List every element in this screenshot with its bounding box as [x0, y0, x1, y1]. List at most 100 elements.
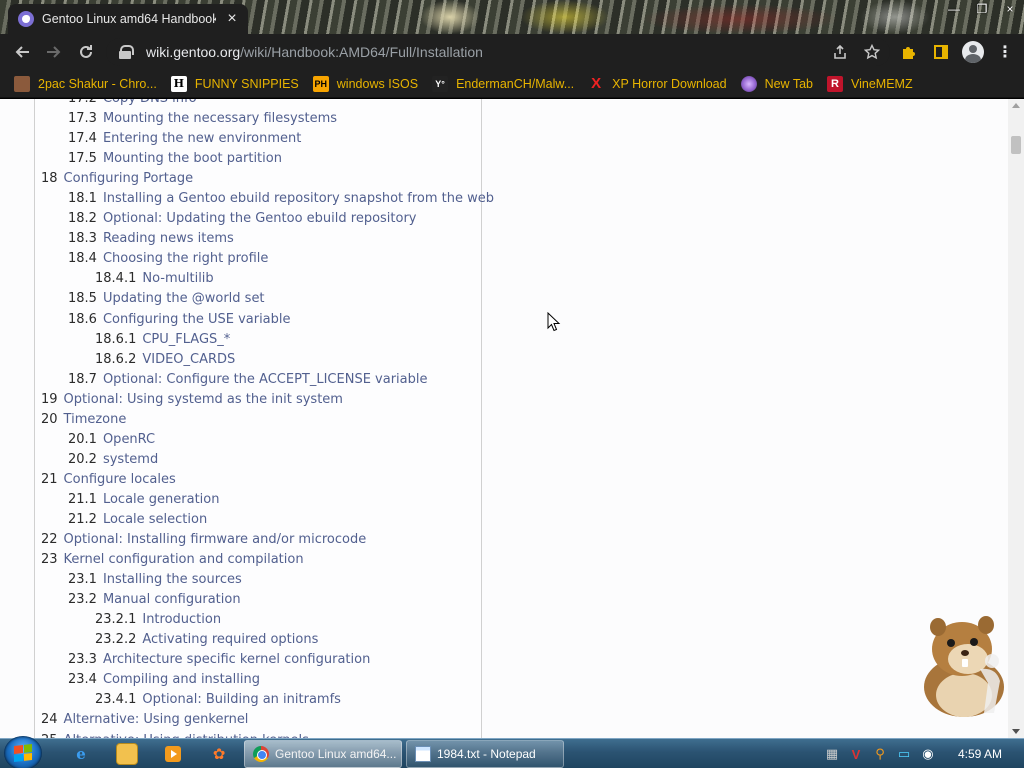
side-panel-button[interactable] — [930, 41, 952, 63]
toc-item[interactable]: 23.4 Compiling and installing — [41, 670, 481, 690]
toc-link[interactable]: Manual configuration — [103, 592, 241, 607]
tray-monitor-icon[interactable]: ▭ — [896, 746, 912, 762]
browser-tab-gentoo[interactable]: Gentoo Linux amd64 Handbook × — [8, 4, 248, 34]
toc-item[interactable]: 18.1 Installing a Gentoo ebuild repositor… — [41, 189, 494, 209]
toc-item[interactable]: 17.5 Mounting the boot partition — [41, 149, 481, 169]
toc-item[interactable]: 23.2 Manual configuration — [41, 590, 481, 610]
toc-link[interactable]: OpenRC — [103, 432, 155, 447]
toc-item[interactable]: 21 Configure locales — [41, 470, 481, 490]
toc-link[interactable]: Configuring the USE variable — [103, 312, 291, 327]
toc-item[interactable]: 24 Alternative: Using genkernel — [41, 710, 481, 730]
minimize-button[interactable]: — — [946, 2, 962, 16]
toc-link[interactable]: Architecture specific kernel configurati… — [103, 652, 370, 667]
tab-close-icon[interactable]: × — [224, 10, 240, 28]
toc-item[interactable]: 23.2.2 Activating required options — [41, 630, 481, 650]
reload-button[interactable] — [70, 36, 102, 68]
bookmark-star-icon[interactable] — [864, 44, 880, 60]
toc-link[interactable]: Locale generation — [103, 492, 220, 507]
bookmark-new-tab[interactable]: New Tab — [740, 75, 813, 92]
url-text[interactable]: wiki.gentoo.org/wiki/Handbook:AMD64/Full… — [146, 44, 483, 60]
toc-item[interactable]: 23.4.1 Optional: Building an initramfs — [41, 690, 481, 710]
toc-item[interactable]: 22 Optional: Installing firmware and/or m… — [41, 530, 481, 550]
toc-link[interactable]: Timezone — [64, 412, 127, 427]
toc-link[interactable]: Choosing the right profile — [103, 251, 268, 266]
extensions-puzzle-icon[interactable] — [898, 41, 920, 63]
toc-link[interactable]: Configure locales — [64, 472, 176, 487]
toc-link[interactable]: Kernel configuration and compilation — [64, 552, 304, 567]
toc-item[interactable]: 18.6.2 VIDEO_CARDS — [41, 350, 481, 370]
toc-link[interactable]: Optional: Configure the ACCEPT_LICENSE v… — [103, 372, 428, 387]
lock-icon[interactable] — [118, 45, 134, 59]
toc-item[interactable]: 18.5 Updating the @world set — [41, 289, 481, 309]
toc-item[interactable]: 21.1 Locale generation — [41, 490, 481, 510]
toc-item[interactable]: 19 Optional: Using systemd as the init sy… — [41, 390, 481, 410]
start-button[interactable] — [4, 736, 42, 768]
tray-v-icon[interactable]: V — [848, 746, 864, 762]
toc-item[interactable]: 18.2 Optional: Updating the Gentoo ebuild… — [41, 209, 481, 229]
toc-item[interactable]: 17.3 Mounting the necessary filesystems — [41, 109, 481, 129]
bookmark-funny-snippies[interactable]: H FUNNY SNIPPIES — [170, 75, 299, 92]
toc-item[interactable]: 18.6.1 CPU_FLAGS_* — [41, 330, 481, 350]
media-player-icon[interactable] — [162, 743, 184, 765]
toc-item[interactable]: 23.3 Architecture specific kernel configu… — [41, 650, 481, 670]
bookmark-vinememz[interactable]: R VineMEMZ — [827, 75, 913, 92]
toc-link[interactable]: Mounting the necessary filesystems — [103, 111, 337, 126]
tray-search-icon[interactable]: ⚲ — [872, 746, 888, 762]
toc-link[interactable]: Optional: Updating the Gentoo ebuild rep… — [103, 211, 417, 226]
toc-link[interactable]: Optional: Building an initramfs — [142, 692, 341, 707]
tray-app-icon[interactable]: ▦ — [824, 746, 840, 762]
window-close-button[interactable]: × — [1002, 2, 1018, 16]
toc-item[interactable]: 21.2 Locale selection — [41, 510, 481, 530]
bookmark-windows-isos[interactable]: PH windows ISOS — [312, 75, 418, 92]
toc-item[interactable]: 17.4 Entering the new environment — [41, 129, 481, 149]
toc-link[interactable]: No-multilib — [142, 271, 213, 286]
toc-item[interactable]: 20.2 systemd — [41, 450, 481, 470]
bookmark-xp-horror[interactable]: X XP Horror Download — [588, 75, 726, 92]
toc-item[interactable]: 18.3 Reading news items — [41, 229, 481, 249]
menu-kebab-icon[interactable]: ⋮ — [994, 41, 1016, 63]
toc-link[interactable]: Installing the sources — [103, 572, 242, 587]
tray-volume-icon[interactable]: ◉ — [920, 746, 936, 762]
internet-explorer-icon[interactable]: e — [70, 743, 92, 765]
toc-item[interactable]: 20 Timezone — [41, 410, 481, 430]
toc-link[interactable]: Updating the @world set — [103, 291, 265, 306]
toc-link[interactable]: Installing a Gentoo ebuild repository sn… — [103, 191, 494, 206]
gimp-like-app-icon[interactable]: ✿ — [208, 743, 230, 765]
back-button[interactable] — [6, 36, 38, 68]
clock[interactable]: 4:59 AM — [958, 747, 1002, 761]
scroll-up-arrow-icon[interactable] — [1012, 103, 1020, 108]
toc-link[interactable]: Introduction — [142, 612, 221, 627]
toc-link[interactable]: Copy DNS info — [103, 99, 197, 106]
profile-button[interactable] — [962, 41, 984, 63]
toc-item[interactable]: 18.4 Choosing the right profile — [41, 249, 481, 269]
toc-item[interactable]: 23 Kernel configuration and compilation — [41, 550, 481, 570]
toc-item[interactable]: 18.4.1 No-multilib — [41, 269, 481, 289]
toc-link[interactable]: Mounting the boot partition — [103, 151, 282, 166]
toc-link[interactable]: Activating required options — [142, 632, 318, 647]
toc-link[interactable]: Configuring Portage — [64, 171, 194, 186]
share-icon[interactable] — [832, 44, 848, 60]
toc-link[interactable]: Optional: Using systemd as the init syst… — [64, 392, 343, 407]
toc-link[interactable]: Alternative: Using genkernel — [64, 712, 249, 727]
vertical-scrollbar[interactable] — [1008, 99, 1024, 738]
taskbar-notepad-window[interactable]: 1984.txt - Notepad — [406, 740, 564, 768]
bookmark-2pac[interactable]: 2pac Shakur - Chro... — [14, 75, 157, 92]
toc-item[interactable]: 17.2 Copy DNS info — [41, 99, 481, 109]
toc-item[interactable]: 25Alternative: Using distribution kernel… — [41, 731, 481, 739]
toc-link[interactable]: Optional: Installing firmware and/or mic… — [64, 532, 367, 547]
toc-link[interactable]: systemd — [103, 452, 158, 467]
file-explorer-icon[interactable] — [116, 743, 138, 765]
restore-button[interactable]: ❐ — [974, 2, 990, 16]
toc-item[interactable]: 23.1 Installing the sources — [41, 570, 481, 590]
scroll-down-arrow-icon[interactable] — [1012, 729, 1020, 734]
toc-link[interactable]: VIDEO_CARDS — [142, 352, 235, 367]
toc-link[interactable]: Reading news items — [103, 231, 234, 246]
toc-item[interactable]: 20.1 OpenRC — [41, 430, 481, 450]
address-bar[interactable]: wiki.gentoo.org/wiki/Handbook:AMD64/Full… — [106, 38, 890, 66]
toc-link[interactable]: CPU_FLAGS_* — [142, 332, 230, 347]
bookmark-endermanch[interactable]: Y° EndermanCH/Malw... — [432, 75, 574, 92]
toc-item[interactable]: 18.6 Configuring the USE variable — [41, 310, 481, 330]
toc-link[interactable]: Locale selection — [103, 512, 207, 527]
forward-button[interactable] — [38, 36, 70, 68]
taskbar-chrome-window[interactable]: Gentoo Linux amd64... — [244, 740, 402, 768]
